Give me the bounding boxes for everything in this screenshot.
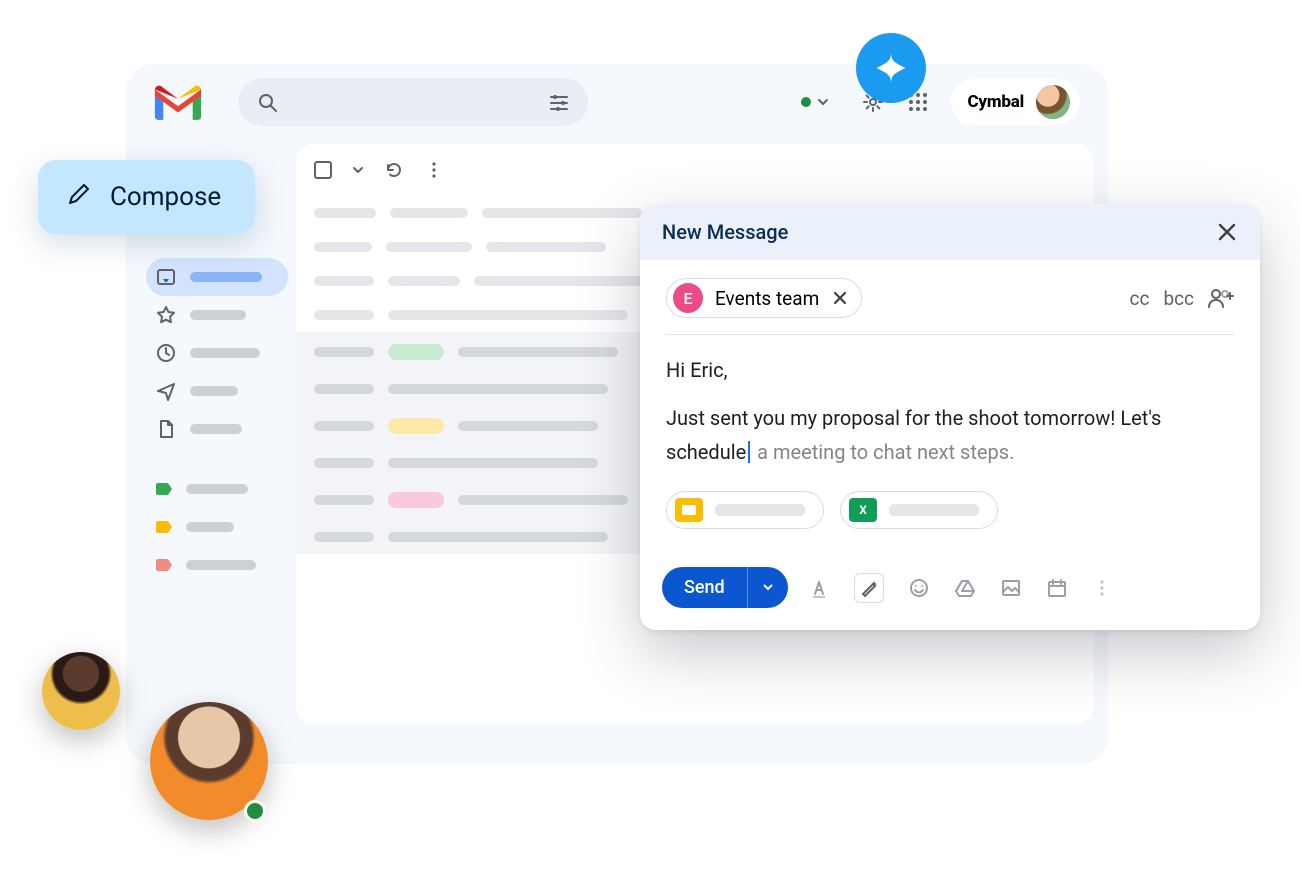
search-bar[interactable]: [238, 78, 588, 126]
compose-button[interactable]: Compose: [38, 160, 255, 234]
sidebar-item-label: [186, 522, 234, 532]
list-toolbar: [296, 144, 1094, 196]
sidebar-item-sent[interactable]: [146, 372, 288, 410]
sidebar-item-label: [186, 560, 256, 570]
cc-button[interactable]: cc: [1130, 287, 1150, 310]
sidebar-item-drafts[interactable]: [146, 410, 288, 448]
message-body[interactable]: Hi Eric, Just sent you my proposal for t…: [666, 353, 1234, 469]
more-vert-icon[interactable]: [424, 160, 444, 180]
workspace-chip[interactable]: Cymbal: [951, 79, 1080, 125]
contact-avatar: [42, 652, 120, 730]
add-recipients-icon[interactable]: [1208, 287, 1234, 309]
label-tag-icon: [156, 483, 172, 495]
select-all-checkbox[interactable]: [314, 161, 332, 179]
compose-dialog: New Message E Events team cc bcc Hi Eric…: [640, 204, 1260, 630]
label-tag-icon: [156, 559, 172, 571]
sidebar-item-snoozed[interactable]: [146, 334, 288, 372]
sidebar-label[interactable]: [146, 470, 288, 508]
attachment-chip[interactable]: X: [840, 491, 998, 529]
sidebar-item-label: [186, 484, 248, 494]
divider: [666, 334, 1234, 335]
dialog-title: New Message: [662, 220, 788, 244]
sidebar-item-label: [190, 310, 246, 320]
text-format-icon[interactable]: [808, 577, 830, 599]
attachment-name: [715, 504, 805, 516]
send-label: Send: [662, 567, 747, 608]
refresh-icon[interactable]: [384, 160, 404, 180]
sheets-file-icon: X: [849, 498, 877, 522]
search-options-icon[interactable]: [548, 91, 570, 113]
sidebar-label[interactable]: [146, 546, 288, 584]
recipient-name: Events team: [715, 287, 819, 310]
smart-compose-suggestion: a meeting to chat next steps.: [752, 440, 1014, 464]
close-icon[interactable]: [1216, 221, 1238, 243]
search-icon: [256, 91, 278, 113]
send-options-dropdown[interactable]: [747, 567, 788, 608]
image-icon[interactable]: [1000, 577, 1022, 599]
ai-sparkle-badge: [856, 33, 926, 103]
remove-recipient-icon[interactable]: [831, 289, 849, 307]
star-icon: [156, 305, 176, 325]
workspace-name: Cymbal: [967, 92, 1024, 112]
bcc-button[interactable]: bcc: [1163, 287, 1194, 310]
attachments-row: X: [666, 491, 1234, 529]
body-line: Hi Eric,: [666, 353, 1234, 387]
recipient-chip[interactable]: E Events team: [666, 278, 862, 318]
gmail-logo-icon: [150, 81, 206, 123]
dialog-footer: Send: [640, 549, 1260, 630]
sidebar-item-label: [190, 348, 260, 358]
body-line: Just sent you my proposal for the shoot …: [666, 401, 1234, 469]
status-dot-icon: [801, 97, 811, 107]
chevron-down-icon[interactable]: [352, 164, 364, 176]
chevron-down-icon: [762, 581, 774, 593]
presence-indicator-icon: [244, 800, 266, 822]
slides-file-icon: [675, 498, 703, 522]
pencil-icon: [66, 184, 92, 210]
calendar-icon[interactable]: [1046, 577, 1068, 599]
ai-write-icon[interactable]: [854, 573, 884, 603]
status-indicator[interactable]: [791, 90, 839, 114]
dialog-header: New Message: [640, 204, 1260, 260]
sent-icon: [156, 381, 176, 401]
compose-label: Compose: [110, 182, 221, 212]
attachment-chip[interactable]: [666, 491, 824, 529]
text-cursor: [748, 441, 750, 463]
sidebar-label[interactable]: [146, 508, 288, 546]
file-icon: [156, 419, 176, 439]
chevron-down-icon: [817, 96, 829, 108]
emoji-icon[interactable]: [908, 577, 930, 599]
sidebar-item-label: [190, 386, 238, 396]
attachment-name: [889, 504, 979, 516]
user-avatar[interactable]: [1036, 85, 1070, 119]
sidebar-item-label: [190, 272, 262, 282]
label-tag-icon: [156, 521, 172, 533]
gmail-header: Cymbal: [126, 64, 1108, 140]
recipients-row: E Events team cc bcc: [666, 278, 1234, 318]
drive-icon[interactable]: [954, 577, 976, 599]
send-button[interactable]: Send: [662, 567, 788, 608]
more-vert-icon[interactable]: [1092, 578, 1112, 598]
header-actions: Cymbal: [791, 79, 1080, 125]
sidebar-item-starred[interactable]: [146, 296, 288, 334]
recipient-avatar: E: [673, 283, 703, 313]
clock-icon: [156, 343, 176, 363]
sparkle-icon: [873, 50, 909, 86]
sidebar-item-label: [190, 424, 242, 434]
sidebar-item-inbox[interactable]: [146, 258, 288, 296]
inbox-icon: [156, 267, 176, 287]
